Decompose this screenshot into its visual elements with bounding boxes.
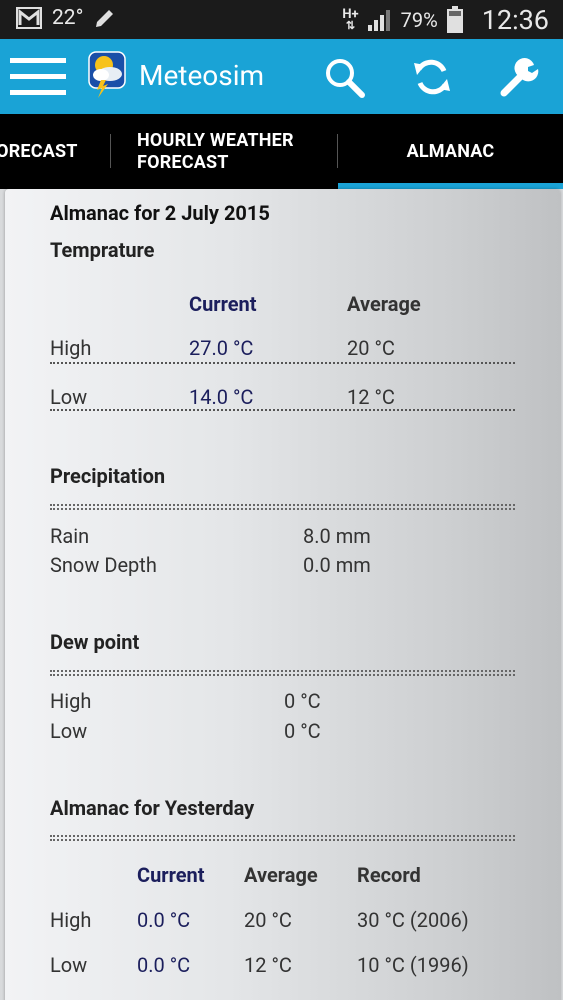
yesterday-low-label: Low bbox=[50, 953, 88, 977]
yesterday-col-average: Average bbox=[244, 863, 318, 887]
refresh-icon[interactable] bbox=[410, 55, 454, 99]
precipitation-snow-label: Snow Depth bbox=[50, 553, 157, 577]
yesterday-low-current: 0.0 °C bbox=[137, 953, 191, 977]
yesterday-low-record: 10 °C (1996) bbox=[357, 953, 469, 977]
tab-hourly-label-line1: HOURLY WEATHER bbox=[137, 129, 294, 151]
clock: 12:36 bbox=[481, 4, 549, 36]
temperature-col-current: Current bbox=[189, 292, 257, 316]
temperature-col-average: Average bbox=[347, 292, 421, 316]
tab-almanac[interactable]: ALMANAC bbox=[338, 114, 563, 189]
signal-icon bbox=[367, 10, 390, 31]
app-bar: Meteosim bbox=[0, 39, 563, 114]
yesterday-col-record: Record bbox=[357, 863, 421, 887]
section-divider bbox=[50, 504, 515, 510]
precipitation-rain-label: Rain bbox=[50, 524, 90, 548]
yesterday-low-average: 12 °C bbox=[244, 953, 292, 977]
temperature-high-average: 20 °C bbox=[347, 336, 395, 360]
precipitation-rain-value: 8.0 mm bbox=[303, 524, 371, 548]
yesterday-heading: Almanac for Yesterday bbox=[50, 796, 255, 820]
temperature-low-current: 14.0 °C bbox=[189, 385, 254, 409]
tab-forecast[interactable]: FORECAST bbox=[0, 114, 94, 189]
dew-point-low-value: 0 °C bbox=[284, 719, 321, 743]
yesterday-high-label: High bbox=[50, 908, 92, 932]
section-divider bbox=[50, 835, 515, 841]
dew-point-heading: Dew point bbox=[50, 630, 140, 654]
status-bar: 22° H+ ⇅ 79% 12:36 bbox=[0, 0, 563, 39]
pencil-icon bbox=[96, 10, 114, 27]
yesterday-high-current: 0.0 °C bbox=[137, 908, 191, 932]
row-divider bbox=[50, 362, 515, 364]
tab-forecast-label: FORECAST bbox=[0, 141, 78, 162]
gmail-icon bbox=[16, 7, 42, 29]
yesterday-col-current: Current bbox=[137, 863, 205, 887]
tab-divider bbox=[110, 134, 111, 168]
status-temperature: 22° bbox=[52, 6, 84, 30]
dew-point-low-label: Low bbox=[50, 719, 88, 743]
row-divider bbox=[50, 409, 515, 411]
almanac-card[interactable]: Almanac for 2 July 2015 Temprature Curre… bbox=[5, 189, 560, 1000]
status-right: H+ ⇅ 79% 12:36 bbox=[342, 4, 549, 36]
network-indicator: H+ ⇅ bbox=[342, 8, 358, 31]
yesterday-high-average: 20 °C bbox=[244, 908, 292, 932]
tab-bar: FORECAST HOURLY WEATHER FORECAST ALMANAC bbox=[0, 114, 563, 189]
meteosim-logo-icon bbox=[88, 51, 126, 98]
tab-hourly-forecast[interactable]: HOURLY WEATHER FORECAST bbox=[137, 114, 327, 189]
temperature-heading: Temprature bbox=[50, 238, 155, 262]
settings-wrench-icon[interactable] bbox=[498, 55, 542, 99]
temperature-low-average: 12 °C bbox=[347, 385, 395, 409]
dew-point-high-value: 0 °C bbox=[284, 689, 321, 713]
dew-point-high-label: High bbox=[50, 689, 92, 713]
almanac-title: Almanac for 2 July 2015 bbox=[50, 201, 270, 225]
search-icon[interactable] bbox=[322, 55, 366, 99]
temperature-row-label: Low bbox=[50, 385, 88, 409]
app-title: Meteosim bbox=[139, 59, 265, 92]
yesterday-high-record: 30 °C (2006) bbox=[357, 908, 469, 932]
battery-percent: 79% bbox=[400, 8, 438, 32]
tab-hourly-label-line2: FORECAST bbox=[137, 151, 229, 173]
tab-almanac-label: ALMANAC bbox=[406, 141, 495, 162]
temperature-row-label: High bbox=[50, 336, 92, 360]
temperature-high-current: 27.0 °C bbox=[189, 336, 254, 360]
precipitation-snow-value: 0.0 mm bbox=[303, 553, 371, 577]
precipitation-heading: Precipitation bbox=[50, 464, 166, 488]
section-divider bbox=[50, 670, 515, 676]
menu-button[interactable] bbox=[10, 56, 66, 98]
status-left: 22° bbox=[16, 6, 117, 30]
battery-icon bbox=[446, 6, 463, 33]
